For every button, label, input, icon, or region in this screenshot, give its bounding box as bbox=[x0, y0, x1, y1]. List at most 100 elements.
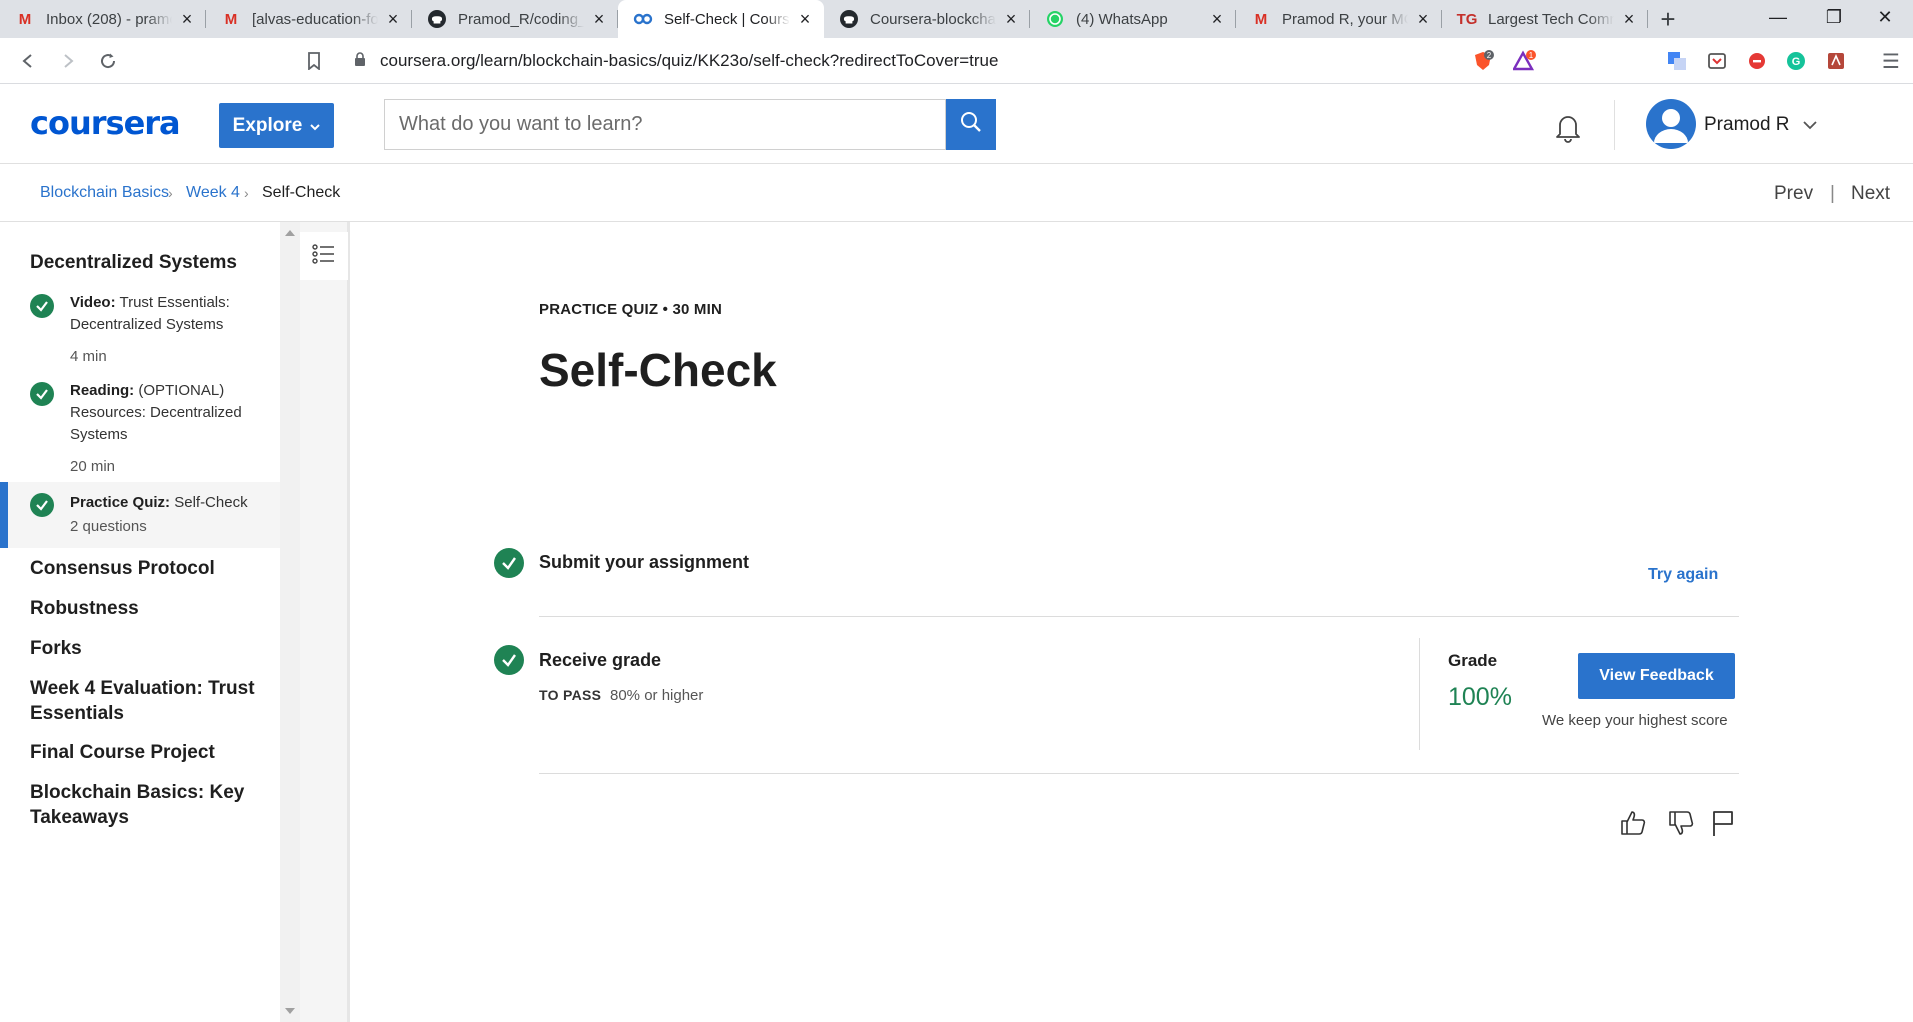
tab-close-icon[interactable]: × bbox=[796, 9, 814, 30]
browser-tab-alvas[interactable]: M [alvas-education-fou × bbox=[206, 0, 412, 38]
pocket-extension-icon[interactable] bbox=[1704, 48, 1730, 74]
sidebar-module-final-project[interactable]: Final Course Project bbox=[30, 740, 270, 765]
check-circle-icon bbox=[30, 382, 54, 406]
breadcrumb-course[interactable]: Blockchain Basics bbox=[40, 184, 169, 202]
gmail-icon: M bbox=[224, 10, 238, 28]
gmail-icon: M bbox=[18, 10, 32, 28]
grade-label: Grade bbox=[1448, 651, 1498, 670]
brave-shield-icon[interactable]: 2 bbox=[1470, 48, 1496, 74]
restore-icon[interactable]: ❐ bbox=[1806, 0, 1862, 34]
quiz-overline: PRACTICE QUIZ • 30 MIN bbox=[539, 301, 723, 318]
thumbs-up-icon[interactable] bbox=[1618, 808, 1648, 838]
tab-close-icon[interactable]: × bbox=[590, 9, 608, 30]
github-icon bbox=[838, 9, 860, 29]
chevron-down-icon bbox=[310, 115, 321, 137]
to-pass-label: TO PASS bbox=[539, 687, 602, 703]
breadcrumb-chevron-icon: › bbox=[168, 185, 173, 201]
next-link[interactable]: Next bbox=[1851, 183, 1890, 205]
pdf-extension-icon[interactable] bbox=[1823, 48, 1849, 74]
sidebar-scrollbar[interactable] bbox=[280, 222, 300, 1022]
bookmark-icon[interactable] bbox=[294, 41, 334, 81]
submit-assignment-label: Submit your assignment bbox=[539, 552, 750, 572]
tab-close-icon[interactable]: × bbox=[1414, 9, 1432, 30]
site-header: coursera Explore What do you want to lea… bbox=[0, 84, 1913, 164]
list-icon bbox=[312, 243, 336, 270]
sidebar-item-reading[interactable]: Reading: (OPTIONAL) Resources: Decentral… bbox=[0, 376, 280, 484]
check-circle-icon bbox=[494, 645, 524, 675]
explore-label: Explore bbox=[232, 114, 303, 136]
github-icon bbox=[426, 9, 448, 29]
tab-close-icon[interactable]: × bbox=[1002, 9, 1020, 30]
sidebar-item-label: Practice Quiz: Self-Check bbox=[70, 494, 248, 511]
browser-tab-whatsapp[interactable]: (4) WhatsApp × bbox=[1030, 0, 1236, 38]
try-again-link[interactable]: Try again bbox=[1648, 566, 1718, 584]
tab-title: Pramod R, your MCC bbox=[1282, 10, 1408, 28]
grade-divider bbox=[1419, 638, 1420, 750]
section-divider bbox=[539, 616, 1739, 617]
check-circle-icon bbox=[30, 493, 54, 517]
tab-title: (4) WhatsApp bbox=[1076, 10, 1168, 28]
tab-close-icon[interactable]: × bbox=[1208, 9, 1226, 30]
lock-icon bbox=[354, 52, 380, 70]
browser-tab-mcc[interactable]: M Pramod R, your MCC × bbox=[1236, 0, 1442, 38]
search-input[interactable]: What do you want to learn? bbox=[384, 99, 946, 150]
tab-title: [alvas-education-fou bbox=[252, 10, 378, 28]
coursera-logo[interactable]: coursera bbox=[30, 104, 181, 142]
tab-close-icon[interactable]: × bbox=[1620, 9, 1638, 30]
user-name: Pramod R bbox=[1704, 114, 1790, 136]
minimize-icon[interactable]: — bbox=[1750, 0, 1806, 34]
breadcrumb-week[interactable]: Week 4 bbox=[186, 184, 240, 202]
sidebar-item-label: Reading: (OPTIONAL) Resources: Decentral… bbox=[70, 382, 242, 443]
sidebar-module-key-takeaways[interactable]: Blockchain Basics: Key Takeaways bbox=[30, 780, 270, 830]
receive-grade-label: Receive grade bbox=[539, 650, 662, 670]
brave-rewards-icon[interactable]: 1 bbox=[1512, 48, 1538, 74]
search-placeholder: What do you want to learn? bbox=[399, 113, 643, 135]
browser-tabstrip: M Inbox (208) - pramod × M [alvas-educat… bbox=[0, 0, 1913, 38]
prev-link[interactable]: Prev bbox=[1774, 183, 1813, 205]
notifications-bell-icon[interactable] bbox=[1551, 110, 1585, 144]
forward-icon[interactable] bbox=[48, 41, 88, 81]
search-button[interactable] bbox=[946, 99, 996, 150]
browser-tab-coursera[interactable]: Self-Check | Coursera × bbox=[618, 0, 824, 38]
sidebar-module-consensus[interactable]: Consensus Protocol bbox=[30, 556, 270, 581]
translate-extension-icon[interactable] bbox=[1664, 48, 1690, 74]
sidebar-item-video[interactable]: Video: Trust Essentials: Decentralized S… bbox=[0, 288, 280, 374]
browser-tab-github-blockchain[interactable]: Coursera-blockchain × bbox=[824, 0, 1030, 38]
reload-icon[interactable] bbox=[88, 41, 128, 81]
header-divider bbox=[1614, 100, 1615, 150]
explore-button[interactable]: Explore bbox=[219, 103, 334, 148]
browser-menu-icon[interactable]: ☰ bbox=[1878, 48, 1904, 74]
browser-tab-tech-community[interactable]: TG Largest Tech Commu × bbox=[1442, 0, 1648, 38]
browser-tab-inbox[interactable]: M Inbox (208) - pramod × bbox=[0, 0, 206, 38]
scroll-down-icon[interactable] bbox=[285, 1008, 295, 1014]
tab-close-icon[interactable]: × bbox=[384, 9, 402, 30]
flag-icon[interactable] bbox=[1710, 808, 1740, 838]
sidebar-module-robustness[interactable]: Robustness bbox=[30, 596, 270, 621]
window-close-icon[interactable]: ✕ bbox=[1860, 0, 1910, 34]
view-feedback-button[interactable]: View Feedback bbox=[1578, 653, 1735, 699]
tab-title: Pramod_R/coding_sc bbox=[458, 10, 584, 28]
grammarly-extension-icon[interactable]: G bbox=[1783, 48, 1809, 74]
url-text: coursera.org/learn/blockchain-basics/qui… bbox=[380, 51, 999, 70]
tab-close-icon[interactable]: × bbox=[178, 9, 196, 30]
sidebar-module-forks[interactable]: Forks bbox=[30, 636, 270, 661]
tab-title: Largest Tech Commu bbox=[1488, 10, 1614, 28]
address-bar[interactable]: coursera.org/learn/blockchain-basics/qui… bbox=[340, 44, 1548, 78]
check-circle-icon bbox=[30, 294, 54, 318]
back-icon[interactable] bbox=[8, 41, 48, 81]
sidebar-module-week4-evaluation[interactable]: Week 4 Evaluation: Trust Essentials bbox=[30, 676, 270, 726]
browser-tab-github-coding[interactable]: Pramod_R/coding_sc × bbox=[412, 0, 618, 38]
user-menu[interactable]: Pramod R bbox=[1704, 114, 1817, 136]
adblock-extension-icon[interactable] bbox=[1744, 48, 1770, 74]
rewards-badge: 1 bbox=[1529, 51, 1534, 60]
thumbs-down-icon[interactable] bbox=[1666, 808, 1696, 838]
outline-toggle-button[interactable] bbox=[300, 232, 348, 280]
new-tab-button[interactable]: + bbox=[1648, 0, 1688, 38]
chevron-down-icon bbox=[1803, 114, 1817, 136]
outline-rail bbox=[300, 222, 350, 1022]
page-title: Self-Check bbox=[539, 344, 777, 396]
scroll-up-icon[interactable] bbox=[285, 230, 295, 236]
user-avatar[interactable] bbox=[1646, 99, 1696, 149]
current-module-title[interactable]: Decentralized Systems bbox=[30, 250, 270, 275]
sidebar-item-practice-quiz[interactable]: Practice Quiz: Self-Check 2 questions bbox=[0, 482, 280, 548]
